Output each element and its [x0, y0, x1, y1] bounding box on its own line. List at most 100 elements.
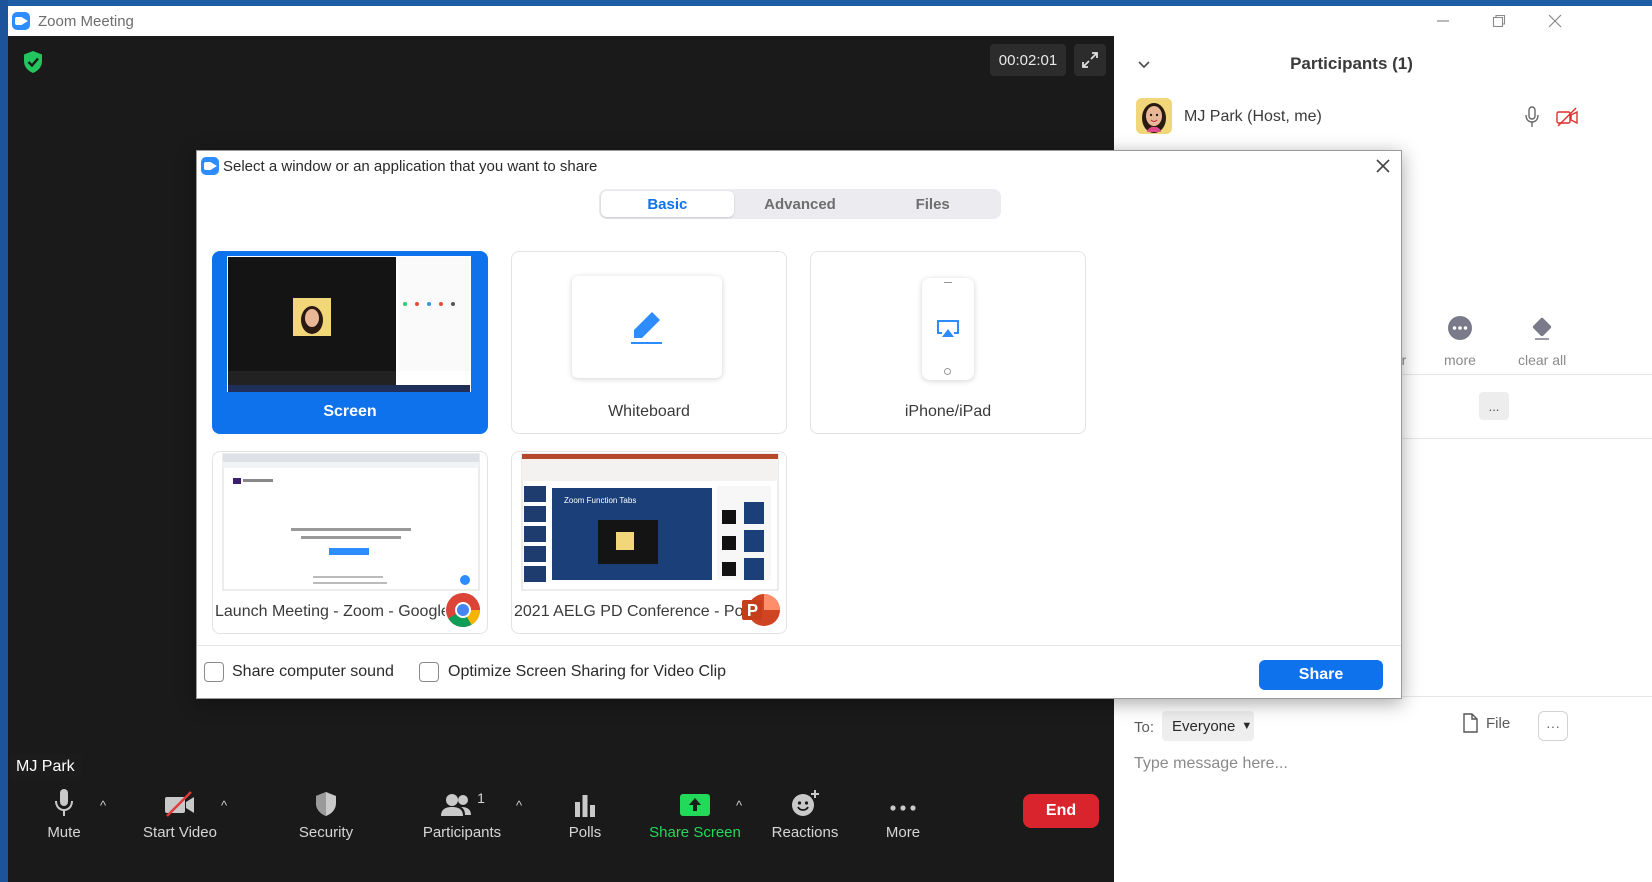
reactions-icon [790, 782, 820, 818]
participant-video-off-icon[interactable] [1556, 106, 1578, 128]
powerpoint-window-label: 2021 AELG PD Conference - Powe... [514, 603, 744, 620]
options-dots-button[interactable]: ... [1479, 392, 1509, 420]
share-option-iphone-ipad[interactable]: iPhone/iPad [810, 251, 1086, 434]
powerpoint-icon [742, 594, 780, 626]
reactions-label: Reactions [771, 824, 839, 841]
whiteboard-card [572, 276, 722, 378]
polls-button[interactable]: Polls [564, 782, 606, 852]
participants-options-chevron-icon[interactable]: ^ [516, 798, 522, 813]
audio-options-chevron-icon[interactable]: ^ [100, 798, 106, 813]
participants-count: 1 [477, 790, 485, 806]
microphone-icon [53, 782, 75, 818]
screen-thumbnail [227, 256, 471, 392]
start-video-label: Start Video [143, 824, 217, 841]
optimize-video-checkbox[interactable] [419, 662, 439, 682]
reactions-button[interactable]: Reactions [768, 782, 842, 852]
file-button[interactable]: File [1462, 713, 1510, 733]
share-option-powerpoint-window[interactable]: Zoom Function Tabs 2021 AELG PD Conferen… [511, 451, 787, 634]
file-label: File [1486, 714, 1511, 732]
mute-button[interactable]: Mute [38, 782, 90, 852]
whiteboard-label: Whiteboard [608, 403, 690, 420]
home-button-icon [944, 368, 951, 375]
fullscreen-icon[interactable] [1074, 44, 1106, 76]
clear-all-label: clear all [1518, 352, 1567, 368]
screen-label: Screen [323, 403, 377, 420]
encryption-shield-icon[interactable] [22, 50, 44, 74]
end-meeting-button[interactable]: End [1023, 794, 1099, 828]
message-input[interactable]: Type message here... [1134, 755, 1288, 773]
divider [1398, 438, 1652, 439]
avatar [1136, 98, 1172, 134]
video-options-chevron-icon[interactable]: ^ [221, 798, 227, 813]
share-screen-icon [680, 782, 710, 818]
more-dots-icon [889, 782, 917, 818]
dialog-title: Select a window or an application that y… [223, 158, 598, 175]
meeting-toolbar: Mute ^ Start Video ^ Security 1 Particip… [8, 782, 1114, 852]
participants-button[interactable]: 1 Participants [414, 782, 510, 852]
security-label: Security [298, 824, 354, 841]
mute-label: Mute [47, 824, 81, 841]
share-option-chrome-window[interactable]: Launch Meeting - Zoom - Google... [212, 451, 488, 634]
chrome-icon [446, 593, 480, 627]
share-options-chevron-icon[interactable]: ^ [736, 798, 742, 813]
dialog-close-icon[interactable] [1369, 153, 1397, 179]
share-screen-button[interactable]: Share Screen [648, 782, 742, 852]
desktop-edge [0, 0, 8, 882]
more-action-label: more [1444, 352, 1476, 368]
more-label: More [885, 824, 921, 841]
participants-label: Participants [422, 824, 502, 841]
chrome-window-thumbnail [222, 453, 480, 591]
polls-icon [572, 782, 598, 818]
video-off-icon [163, 782, 197, 818]
pencil-icon [631, 312, 662, 344]
airplay-icon [937, 320, 959, 337]
restore-icon[interactable] [1476, 6, 1522, 36]
security-button[interactable]: Security [296, 782, 356, 852]
chrome-window-label: Launch Meeting - Zoom - Google... [215, 603, 445, 620]
clear-all-button[interactable]: clear all [1518, 314, 1566, 368]
iphone-ipad-label: iPhone/iPad [904, 403, 992, 420]
share-button[interactable]: Share [1259, 660, 1383, 690]
more-action-button[interactable]: more [1444, 314, 1476, 368]
polls-label: Polls [568, 824, 602, 841]
dialog-footer: Share computer sound Optimize Screen Sha… [197, 645, 1401, 699]
chevron-down-icon: ▼ [1241, 720, 1253, 732]
share-option-whiteboard[interactable]: Whiteboard [511, 251, 787, 434]
chat-more-button[interactable]: ··· [1538, 711, 1568, 741]
participants-icon: 1 [439, 782, 485, 818]
share-sound-label: Share computer sound [232, 663, 394, 680]
participants-title: Participants (1) [1290, 54, 1413, 73]
phone-card [922, 278, 974, 380]
zoom-app-icon [12, 12, 30, 30]
close-icon[interactable] [1532, 6, 1578, 36]
divider [1398, 374, 1652, 375]
recipient-value: Everyone [1172, 717, 1236, 735]
recipient-select[interactable]: Everyone ▼ [1162, 711, 1254, 741]
file-icon [1463, 713, 1478, 733]
eraser-icon [1533, 317, 1552, 340]
to-label: To: [1134, 719, 1155, 736]
share-tabs: Basic Advanced Files [599, 189, 1001, 219]
tab-files[interactable]: Files [866, 191, 999, 217]
participant-row[interactable]: MJ Park (Host, me) [1114, 92, 1652, 144]
tab-basic[interactable]: Basic [601, 191, 734, 217]
window-title: Zoom Meeting [38, 12, 134, 30]
share-screen-label: Share Screen [649, 824, 741, 841]
participant-name: MJ Park (Host, me) [1184, 108, 1322, 125]
participants-header: Participants (1) [1114, 36, 1652, 92]
self-name-tag: MJ Park [10, 754, 81, 780]
chat-compose-area: To: Everyone ▼ File ··· Type message her… [1114, 696, 1652, 882]
minimize-icon[interactable] [1420, 6, 1466, 36]
ppt-slide-title: Zoom Function Tabs [564, 496, 637, 505]
more-button[interactable]: More [878, 782, 928, 852]
more-circle-icon [1447, 316, 1472, 340]
start-video-button[interactable]: Start Video [138, 782, 222, 852]
tab-advanced[interactable]: Advanced [734, 191, 867, 217]
share-option-screen[interactable]: Screen [212, 251, 488, 434]
phone-speaker [944, 282, 952, 283]
participant-mic-icon[interactable] [1524, 106, 1540, 128]
meeting-timer: 00:02:01 [990, 44, 1066, 76]
security-shield-icon [314, 782, 338, 818]
share-sound-checkbox[interactable] [204, 662, 224, 682]
powerpoint-window-thumbnail [521, 453, 779, 591]
